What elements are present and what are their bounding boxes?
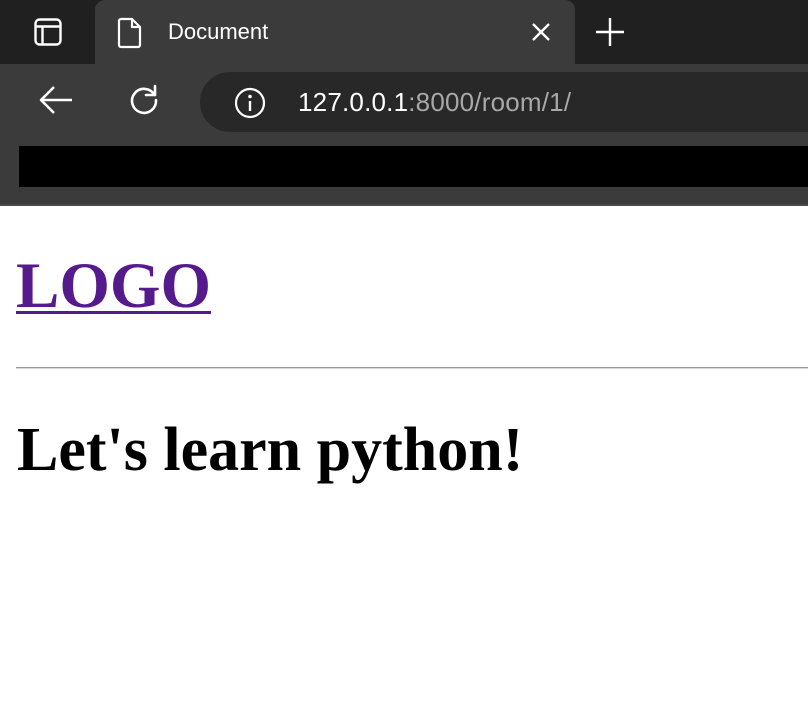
- tab-strip: Document: [0, 0, 808, 64]
- close-icon: [532, 23, 550, 41]
- horizontal-rule: [16, 367, 808, 369]
- navigation-toolbar: 127.0.0.1:8000/room/1/: [0, 64, 808, 142]
- new-tab-button[interactable]: [590, 14, 630, 50]
- tab-actions-icon: [34, 18, 62, 46]
- address-url[interactable]: 127.0.0.1:8000/room/1/: [298, 87, 571, 117]
- back-arrow-icon: [39, 86, 72, 114]
- room-title: Let's learn python!: [17, 416, 524, 484]
- url-path: :8000/room/1/: [408, 87, 572, 117]
- url-host: 127.0.0.1: [298, 87, 409, 117]
- back-button[interactable]: [34, 78, 78, 122]
- web-page: LOGO Let's learn python!: [0, 206, 808, 726]
- browser-chrome: Document 127.0.0.1:8000/room/1/: [0, 0, 808, 206]
- reload-icon: [130, 84, 158, 115]
- tab-actions-button[interactable]: [22, 10, 74, 54]
- document-icon: [117, 17, 142, 49]
- info-icon[interactable]: [234, 87, 266, 119]
- address-bar[interactable]: 127.0.0.1:8000/room/1/: [200, 72, 808, 132]
- tab-document[interactable]: Document: [95, 0, 575, 64]
- bookmarks-bar: [19, 146, 808, 187]
- tab-close-button[interactable]: [529, 20, 553, 44]
- tab-title: Document: [168, 19, 269, 44]
- bookmarks-area: [0, 142, 808, 206]
- reload-button[interactable]: [122, 78, 166, 122]
- logo-link[interactable]: LOGO: [16, 250, 211, 322]
- plus-icon: [596, 18, 624, 46]
